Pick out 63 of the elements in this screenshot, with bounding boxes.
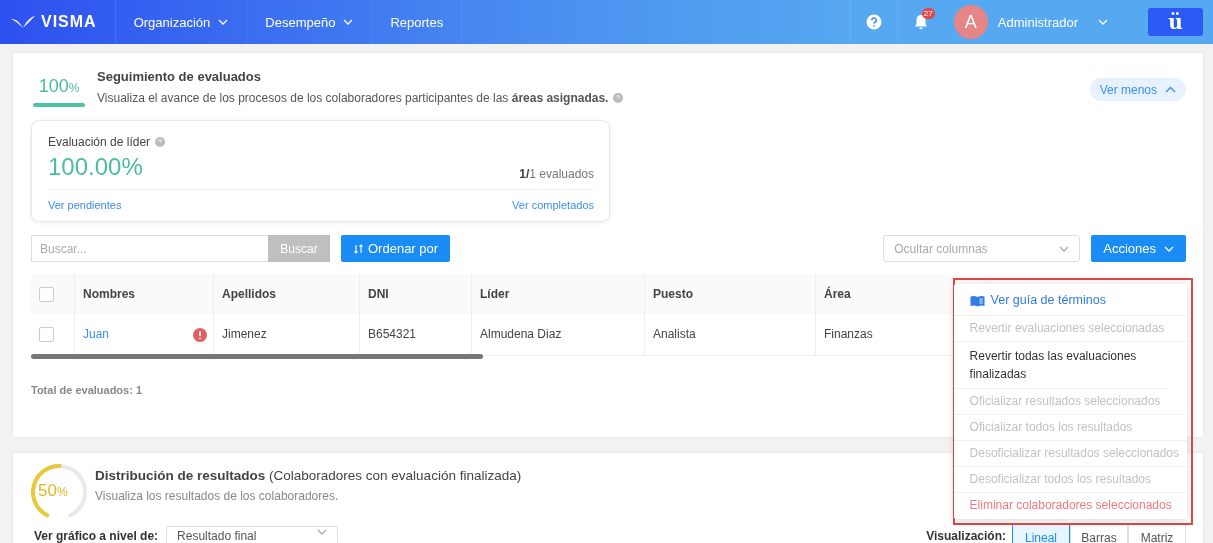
logo-text: VISMA <box>41 13 97 31</box>
menu-item[interactable]: Ver guía de términos <box>953 285 1187 316</box>
notification-count: 27 <box>921 8 935 19</box>
column-header[interactable]: Área <box>824 287 851 301</box>
column-header[interactable]: Nombres <box>83 287 135 301</box>
checkbox[interactable] <box>39 326 54 342</box>
pending-link[interactable]: Ver pendientes <box>48 199 122 211</box>
info-icon <box>155 137 166 147</box>
view-tab[interactable]: Matriz <box>1128 523 1186 543</box>
column-select[interactable]: Ocultar columnas <box>883 235 1081 262</box>
completed-link[interactable]: Ver completados <box>512 199 594 211</box>
user-avatar: A <box>953 5 988 39</box>
name-link[interactable]: Juan <box>83 327 110 342</box>
sort-icon <box>354 243 363 254</box>
chevron-down-icon <box>1098 19 1108 25</box>
logo-icon <box>10 15 36 29</box>
actions-button[interactable]: Acciones <box>1091 235 1186 262</box>
table-cell: Almudena Diaz <box>480 327 562 342</box>
section-title: Distribución de resultados (Colaboradores con evaluación finalizada) <box>95 468 522 483</box>
completion-percentage: 100.00% <box>48 153 143 181</box>
view-tab[interactable]: Barras <box>1070 523 1128 543</box>
progress-percentage: 100% <box>37 76 81 98</box>
chevron-down-icon <box>317 529 328 535</box>
section-description: Visualiza los resultados de los colaboradores. <box>95 489 340 503</box>
checkbox[interactable] <box>39 286 54 302</box>
total-count: Total de evaluados: 1 <box>31 383 143 396</box>
book-icon <box>969 294 985 307</box>
info-icon <box>613 93 624 103</box>
search-field[interactable]: Buscar... <box>31 235 268 262</box>
view-tab[interactable]: Lineal <box>1012 523 1070 543</box>
chevron-down-icon <box>1164 245 1174 252</box>
table-cell: Analista <box>653 327 696 342</box>
user-menu[interactable]: A Administrador <box>953 5 1108 39</box>
search-button[interactable]: Buscar <box>268 235 330 262</box>
table-cell: B654321 <box>368 327 417 342</box>
column-header[interactable]: DNI <box>368 287 389 301</box>
nav-menu-item[interactable]: Reportes <box>372 0 463 44</box>
scrollbar-thumb[interactable] <box>31 353 483 359</box>
nav-menu-item[interactable]: Desempeño <box>247 0 373 44</box>
card-title: Evaluación de líder <box>48 135 151 149</box>
nav-menu-item[interactable]: Organización <box>115 0 248 44</box>
field-label: Visualización: <box>925 528 1006 543</box>
column-header[interactable]: Líder <box>480 287 510 301</box>
column-header[interactable]: Apellidos <box>222 287 276 301</box>
gauge-percentage: 50% <box>38 481 68 501</box>
chevron-down-icon <box>1059 245 1070 252</box>
menu-item[interactable]: Eliminar colaboradores seleccionados <box>953 493 1187 518</box>
user-name: Administrador <box>997 14 1078 30</box>
evaluated-count: 1/1 evaluados <box>519 167 594 181</box>
column-header[interactable]: Puesto <box>653 287 693 301</box>
chevron-up-icon <box>1165 86 1176 93</box>
notification-bell-icon <box>913 14 928 30</box>
section-title: Seguimiento de evaluados <box>97 69 262 84</box>
table-cell: Jimenez <box>222 327 267 342</box>
app-button[interactable]: ü <box>1148 8 1203 36</box>
table-cell: Finanzas <box>824 327 873 342</box>
sort-button[interactable]: Ordenar por <box>341 235 451 262</box>
section-description: Visualiza el avance de los procesos de los colaboradores participantes de las áreas asignadas. <box>97 91 609 105</box>
menu-item[interactable]: Revertir todas las evaluaciones finalizadas <box>953 342 1168 389</box>
level-select[interactable]: Resultado final <box>166 526 339 543</box>
field-label: Ver gráfico a nivel de: <box>33 528 159 543</box>
collapse-toggle[interactable]: Ver menos <box>1089 78 1186 101</box>
help-icon <box>865 14 882 30</box>
